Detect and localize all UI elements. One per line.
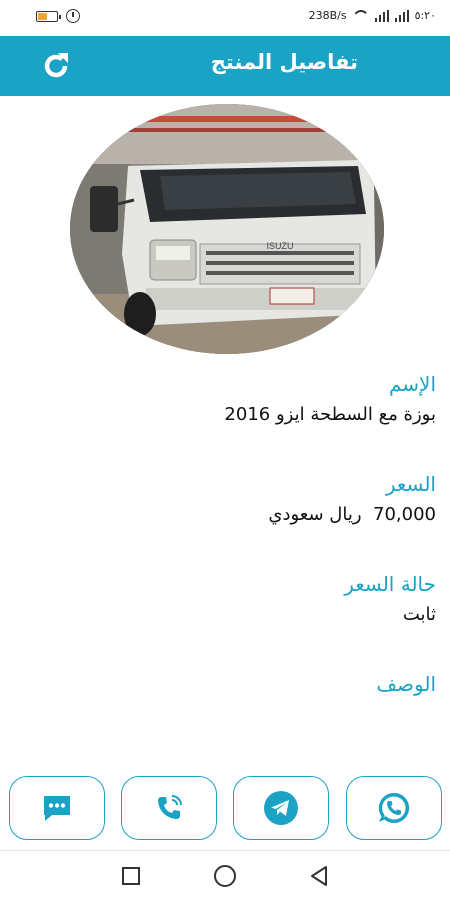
home-button[interactable] <box>212 863 238 889</box>
product-info: الإسم بوزة مع السطحة ايزو 2016 السعر 70,… <box>14 370 436 770</box>
recents-button[interactable] <box>118 863 144 889</box>
system-nav-bar <box>0 851 450 900</box>
name-block: الإسم بوزة مع السطحة ايزو 2016 <box>14 370 436 470</box>
whatsapp-button[interactable] <box>346 776 442 840</box>
chat-icon <box>44 796 70 821</box>
name-value: بوزة مع السطحة ايزو 2016 <box>224 404 436 425</box>
circle-icon <box>214 865 236 887</box>
status-right: 238B/s ٥:٢٠ <box>309 9 436 22</box>
contact-actions <box>0 776 450 840</box>
truck-photo: ISUZU <box>70 104 384 354</box>
triangle-back-icon <box>311 866 327 886</box>
price-value: 70,000 ريال سعودي <box>268 504 436 525</box>
telegram-button[interactable] <box>233 776 329 840</box>
battery-icon <box>36 10 61 22</box>
price-label: السعر <box>385 472 436 496</box>
telegram-icon <box>264 791 298 825</box>
clock: ٥:٢٠ <box>414 9 436 22</box>
price-block: السعر 70,000 ريال سعودي <box>14 470 436 570</box>
app-bar: تفاصيل المنتج <box>0 36 450 96</box>
whatsapp-icon <box>378 792 410 823</box>
square-icon <box>122 867 140 885</box>
status-bar: 238B/s ٥:٢٠ <box>0 0 450 36</box>
signal-icon-2 <box>394 9 410 22</box>
status-left <box>36 9 80 23</box>
svg-text:ISUZU: ISUZU <box>267 241 294 251</box>
product-image: ISUZU <box>70 104 384 354</box>
refresh-icon <box>44 53 68 78</box>
signal-icon <box>374 9 390 22</box>
description-block: الوصف <box>14 670 436 770</box>
description-label: الوصف <box>376 672 436 696</box>
price-status-value: ثابت <box>402 604 436 625</box>
net-speed: 238B/s <box>308 9 347 22</box>
description-value <box>14 702 436 728</box>
alarm-icon <box>66 9 80 23</box>
page-title: تفاصيل المنتج <box>210 50 358 74</box>
price-status-block: حالة السعر ثابت <box>14 570 436 670</box>
call-button[interactable] <box>121 776 217 840</box>
message-button[interactable] <box>9 776 105 840</box>
price-status-label: حالة السعر <box>344 572 436 596</box>
back-button[interactable] <box>306 863 332 889</box>
refresh-button[interactable] <box>38 48 74 84</box>
phone-icon <box>158 795 182 819</box>
name-label: الإسم <box>388 372 436 396</box>
wifi-icon <box>353 10 369 22</box>
